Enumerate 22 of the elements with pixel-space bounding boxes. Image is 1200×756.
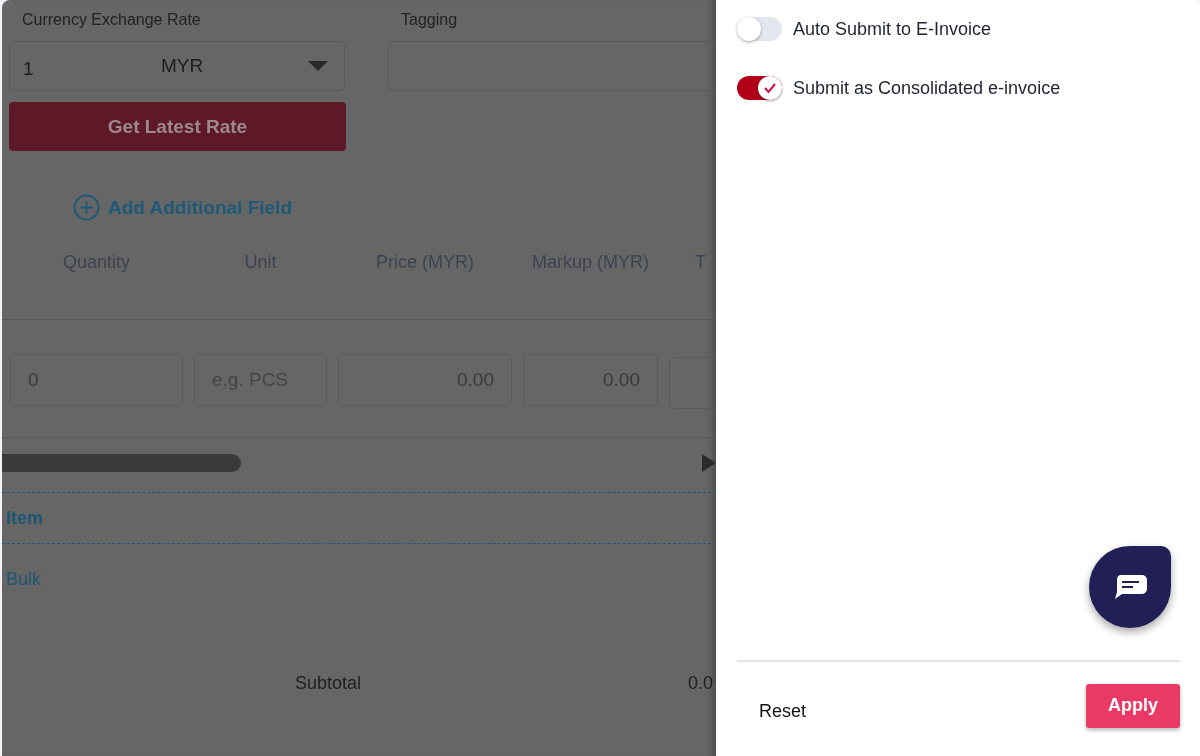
reset-button[interactable]: Reset bbox=[753, 700, 813, 723]
toggle-label: Auto Submit to E-Invoice bbox=[793, 18, 992, 40]
currency-select[interactable]: 1 MYR bbox=[9, 41, 345, 91]
field-label: Tagging bbox=[401, 10, 459, 30]
toggle-switch[interactable] bbox=[737, 76, 782, 100]
add-field-link[interactable]: Add Additional Field bbox=[73, 194, 292, 221]
subtotal-value: 0.0 bbox=[687, 673, 713, 694]
toggle-switch[interactable] bbox=[737, 17, 782, 41]
chat-icon bbox=[1113, 574, 1147, 600]
get-latest-rate-button[interactable]: Get Latest Rate bbox=[9, 102, 346, 151]
scrollbar-thumb[interactable] bbox=[2, 454, 241, 472]
chat-button[interactable] bbox=[1089, 546, 1171, 628]
check-icon bbox=[763, 82, 777, 94]
field-label: Currency Exchange Rate bbox=[22, 10, 202, 30]
caret-icon bbox=[308, 61, 328, 71]
plus-circle-icon bbox=[73, 194, 100, 221]
subtotal-label: Subtotal bbox=[295, 673, 362, 694]
tagging-field[interactable] bbox=[388, 41, 716, 91]
apply-button[interactable]: Apply bbox=[1086, 683, 1180, 728]
section-link[interactable]: Bulk bbox=[6, 568, 41, 590]
section-title: Item bbox=[6, 507, 43, 529]
toggle-label: Submit as Consolidated e-invoice bbox=[793, 77, 1061, 99]
